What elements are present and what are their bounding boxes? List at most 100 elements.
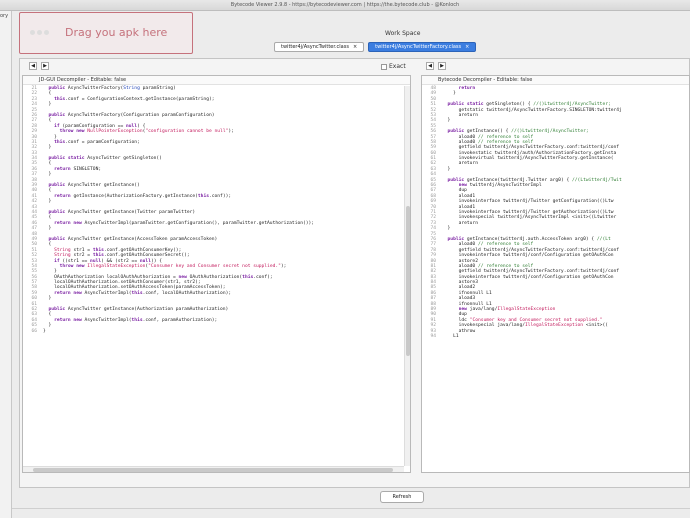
tab-label: twitter4j/AsyncTwitterFactory.class — [375, 44, 462, 50]
forward-arrow-icon[interactable]: ▶ — [438, 62, 446, 70]
code-token: getSingleton() { — [486, 102, 534, 108]
code-token: String — [123, 86, 140, 91]
code-token: SINGLETON; — [73, 166, 102, 172]
code-token: localOAuthAuthorization.setOAuthAccessTo… — [43, 285, 226, 291]
code-token: } — [442, 118, 451, 124]
close-dot-icon[interactable] — [30, 30, 35, 35]
code-token: invokeinterface twitter4j/conf/Configura… — [442, 253, 614, 259]
tab-async-twitter-factory[interactable]: twitter4j/AsyncTwitterFactory.class × — [368, 42, 477, 52]
code-token: getInstance(AuthorizationFactory.getInst… — [73, 193, 198, 199]
code-token: areturn — [442, 161, 478, 167]
code-token: str1 = — [73, 247, 93, 253]
apk-drop-zone[interactable]: Drag you apk here — [19, 12, 193, 54]
code-token: .conf, paramAuthorization); — [142, 317, 218, 323]
code-token: String — [43, 247, 74, 253]
code-token: if — [43, 258, 63, 264]
code-token: } — [442, 226, 451, 232]
code-token: } — [43, 269, 57, 275]
scrollbar-thumb[interactable] — [33, 468, 393, 472]
checkbox-box[interactable] — [381, 63, 387, 70]
code-editor[interactable]: 48 return 49 } 50 51 public static getSingl… — [422, 86, 689, 472]
code-token: String — [43, 253, 74, 259]
bytecode-decompiler-pane[interactable]: Bytecode Decompiler - Editable: false 48… — [421, 75, 690, 473]
code-token: public — [442, 177, 467, 183]
horizontal-scrollbar[interactable] — [23, 466, 404, 472]
code-line: 94 L1 — [422, 334, 689, 339]
left-sidebar-tab[interactable]: ory — [0, 13, 8, 19]
back-arrow-icon[interactable]: ◀ — [29, 62, 37, 70]
line-number: 94 — [430, 333, 436, 339]
code-line: 66} — [23, 329, 410, 334]
vertical-scrollbar[interactable] — [404, 86, 410, 466]
code-token: astore2 — [442, 258, 478, 264]
code-token: throw new — [43, 129, 88, 135]
forward-arrow-icon[interactable]: ▶ — [41, 62, 49, 70]
exact-label: Exact — [389, 63, 406, 70]
code-token: .conf); — [253, 274, 273, 280]
code-token: this — [131, 317, 143, 323]
window-title: Bytecode Viewer 2.9.8 - https://bytecode… — [230, 2, 460, 8]
code-token: AsyncTwitter getInstance(AccessToken par… — [67, 236, 218, 242]
refresh-button[interactable]: Refresh — [380, 491, 424, 503]
code-token: java/lang/ — [469, 307, 498, 313]
code-token: // reference to self — [477, 242, 534, 248]
zoom-dot-icon[interactable] — [44, 30, 49, 35]
code-token: { — [43, 215, 52, 221]
code-token: "Consumer key and Consumer secret not su… — [148, 263, 281, 269]
code-token: null — [139, 258, 151, 264]
code-token: IllegalStateException — [524, 323, 584, 329]
window-controls — [30, 30, 54, 36]
left-sidebar-strip[interactable]: ory — [0, 11, 12, 518]
code-editor[interactable]: 21 public AsyncTwitterFactory(String par… — [23, 86, 410, 472]
code-token: } — [43, 199, 52, 205]
code-token: if — [43, 123, 63, 129]
minimize-dot-icon[interactable] — [37, 30, 42, 35]
line-number: 66 — [31, 328, 37, 334]
code-token: this — [242, 274, 254, 280]
code-token: } — [43, 102, 52, 108]
pane-title: JD-GUI Decompiler - Editable: false — [23, 76, 410, 85]
close-icon[interactable]: × — [353, 44, 357, 50]
code-token: .conf, localOAuthAuthorization); — [142, 290, 232, 296]
code-token: } — [43, 328, 46, 334]
code-token: public — [442, 129, 467, 135]
code-token: invokestatic twitter4j/auth/Authorizatio… — [442, 150, 617, 156]
code-token: getstatic twitter4j/AsyncTwitterFactory.… — [442, 107, 622, 113]
code-token: .conf)); — [208, 193, 232, 199]
code-token: NullPointerException — [87, 129, 143, 135]
back-arrow-icon[interactable]: ◀ — [426, 62, 434, 70]
code-token: } — [43, 145, 52, 151]
tab-async-twitter[interactable]: twitter4j/AsyncTwitter.class × — [274, 42, 365, 52]
code-token: )) { — [150, 258, 163, 264]
tab-label: twitter4j/AsyncTwitter.class — [281, 44, 349, 50]
code-token: (paramConfiguration == — [62, 123, 126, 129]
code-token: { — [43, 161, 52, 167]
code-token: str2 = — [73, 253, 93, 259]
code-token: } — [43, 172, 52, 178]
code-token: OAuthAuthorization( — [189, 274, 243, 280]
code-token: aload0 — [442, 134, 478, 140]
code-token: ((str1 == — [62, 258, 91, 264]
code-token: this — [92, 247, 104, 253]
code-token: AsyncTwitterFactory(Configuration paramC… — [67, 112, 215, 118]
code-token: dup — [442, 312, 467, 318]
jd-gui-decompiler-pane[interactable]: JD-GUI Decompiler - Editable: false 21 p… — [22, 75, 411, 473]
code-token: paramString) — [139, 86, 176, 91]
code-token: AsyncTwitter getInstance() — [67, 183, 140, 189]
code-token: aload1 — [442, 204, 476, 210]
code-token: ) && (str2 == — [101, 258, 140, 264]
code-token: .conf = paramConfiguration; — [65, 139, 140, 145]
code-token: new — [178, 274, 190, 280]
code-token: //(Ltwitter4j/Twit — [572, 177, 622, 183]
code-token: invokespecial twitter4j/AsyncTwitterImpl… — [442, 215, 617, 221]
exact-checkbox[interactable]: Exact — [381, 63, 406, 70]
code-token: AsyncTwitter getInstance(Authorization p… — [67, 307, 229, 313]
scrollbar-thumb[interactable] — [406, 206, 410, 356]
close-icon[interactable]: × — [465, 44, 469, 50]
code-token: null — [90, 258, 102, 264]
code-token: ); — [228, 129, 234, 135]
code-token: ); — [280, 263, 287, 269]
code-token: } — [442, 91, 456, 97]
code-token: } — [43, 134, 57, 140]
code-token: { — [43, 118, 52, 124]
